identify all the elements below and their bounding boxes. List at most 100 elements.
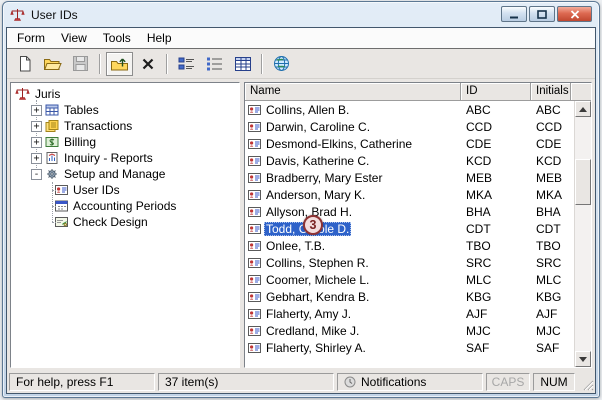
toolbar-separator bbox=[166, 53, 168, 74]
expand-icon[interactable]: + bbox=[31, 152, 42, 164]
user-id: ABC bbox=[466, 102, 491, 117]
tree-item-label: Tables bbox=[64, 103, 99, 117]
collapse-icon[interactable]: - bbox=[31, 168, 42, 180]
menu-tools[interactable]: Tools bbox=[95, 28, 139, 48]
user-id: CCD bbox=[466, 119, 492, 134]
main-area: Juris + Tables + Transactions + Billing bbox=[7, 79, 595, 371]
tree-item-user-ids[interactable]: User IDs bbox=[11, 182, 239, 198]
user-row[interactable]: Allyson, Brad H. BHA BHA bbox=[245, 203, 574, 220]
scroll-up-button[interactable] bbox=[575, 101, 591, 117]
delete-button[interactable] bbox=[134, 52, 161, 76]
user-initials: SRC bbox=[536, 255, 562, 270]
user-row[interactable]: Credland, Mike J. MJC MJC bbox=[245, 322, 574, 339]
resize-grip-icon bbox=[583, 380, 594, 391]
navigation-tree: Juris + Tables + Transactions + Billing bbox=[10, 82, 240, 368]
user-initials: KCD bbox=[536, 153, 562, 168]
user-initials: MLC bbox=[536, 272, 562, 287]
window-title: User IDs bbox=[31, 7, 78, 22]
scroll-down-button[interactable] bbox=[575, 351, 591, 367]
column-header-initials[interactable]: Initials bbox=[531, 83, 571, 101]
user-id-icon bbox=[248, 172, 261, 184]
tree-item-label: Billing bbox=[64, 135, 97, 149]
user-id-icon bbox=[248, 257, 261, 269]
details-view-button[interactable] bbox=[229, 52, 256, 76]
app-window: User IDs Form View Tools Help Juris + Ta… bbox=[2, 1, 600, 398]
inquiry-reports-icon bbox=[45, 152, 59, 164]
user-id: AJF bbox=[466, 306, 488, 321]
user-id: MEB bbox=[466, 170, 493, 185]
status-help-text: For help, press F1 bbox=[9, 373, 155, 391]
user-initials: CCD bbox=[536, 119, 562, 134]
up-one-level-button[interactable] bbox=[106, 51, 133, 76]
tree-item-billing[interactable]: + Billing bbox=[11, 134, 239, 150]
vertical-scrollbar[interactable] bbox=[574, 101, 591, 367]
column-header-name[interactable]: Name bbox=[245, 83, 461, 101]
user-initials: SAF bbox=[536, 340, 560, 355]
tree-item-label: Setup and Manage bbox=[64, 167, 166, 181]
user-id-icon bbox=[248, 240, 261, 252]
column-header-filler bbox=[571, 83, 591, 101]
close-button[interactable] bbox=[557, 6, 592, 22]
menu-help[interactable]: Help bbox=[139, 28, 180, 48]
user-row[interactable]: Onlee, T.B. TBO TBO bbox=[245, 237, 574, 254]
user-initials: MEB bbox=[536, 170, 563, 185]
user-row[interactable]: Desmond-Elkins, Catherine CDE CDE bbox=[245, 135, 574, 152]
web-button[interactable] bbox=[268, 52, 295, 76]
menu-view[interactable]: View bbox=[53, 28, 95, 48]
user-row[interactable]: Davis, Katherine C. KCD KCD bbox=[245, 152, 574, 169]
open-button[interactable] bbox=[39, 52, 66, 76]
list-view-button[interactable] bbox=[201, 52, 228, 76]
expand-icon[interactable]: + bbox=[31, 136, 42, 148]
user-name: Darwin, Caroline C. bbox=[266, 119, 371, 134]
user-row[interactable]: Gebhart, Kendra B. KBG KBG bbox=[245, 288, 574, 305]
scroll-thumb[interactable] bbox=[575, 159, 591, 205]
expand-icon[interactable]: + bbox=[31, 104, 42, 116]
menu-form[interactable]: Form bbox=[9, 28, 53, 48]
user-row[interactable]: Darwin, Caroline C. CCD CCD bbox=[245, 118, 574, 135]
arrow-down-icon bbox=[579, 356, 587, 362]
user-id-icon bbox=[248, 138, 261, 150]
user-row[interactable]: Flaherty, Amy J. AJF AJF bbox=[245, 305, 574, 322]
tables-icon bbox=[45, 104, 59, 116]
tree-item-inquiry-reports[interactable]: + Inquiry - Reports bbox=[11, 150, 239, 166]
user-initials: TBO bbox=[536, 238, 561, 253]
user-row[interactable]: Anderson, Mary K. MKA MKA bbox=[245, 186, 574, 203]
minimize-button[interactable] bbox=[501, 6, 527, 22]
maximize-icon bbox=[537, 9, 547, 19]
user-row[interactable]: Collins, Allen B. ABC ABC bbox=[245, 101, 574, 118]
tree-item-transactions[interactable]: + Transactions bbox=[11, 118, 239, 134]
user-row[interactable]: Coomer, Michele L. MLC MLC bbox=[245, 271, 574, 288]
new-button[interactable] bbox=[11, 52, 38, 76]
status-notifications[interactable]: Notifications bbox=[337, 373, 483, 391]
user-id: CDT bbox=[466, 221, 491, 236]
tree-item-setup-and-manage[interactable]: - Setup and Manage bbox=[11, 166, 239, 182]
user-row[interactable]: Bradberry, Mary Ester MEB MEB bbox=[245, 169, 574, 186]
user-initials: CDE bbox=[536, 136, 562, 151]
maximize-button[interactable] bbox=[529, 6, 555, 22]
user-row-selected[interactable]: Todd, Carole D.CDTCDT bbox=[245, 220, 574, 237]
up-one-level-icon bbox=[111, 58, 128, 70]
save-button[interactable] bbox=[67, 52, 94, 76]
column-header-id[interactable]: ID bbox=[461, 83, 531, 101]
toolbar bbox=[7, 49, 595, 79]
user-initials: AJF bbox=[536, 306, 558, 321]
tree-item-juris[interactable]: Juris bbox=[11, 86, 239, 102]
new-icon bbox=[19, 55, 30, 71]
open-folder-icon bbox=[43, 58, 62, 70]
user-row[interactable]: Flaherty, Shirley A. SAF SAF bbox=[245, 339, 574, 356]
tree-item-check-design[interactable]: Check Design bbox=[11, 214, 239, 230]
status-caps-indicator: CAPS bbox=[486, 373, 530, 391]
tree-item-label: Juris bbox=[35, 87, 61, 101]
resize-grip[interactable] bbox=[578, 373, 594, 391]
tree-item-accounting-periods[interactable]: Accounting Periods bbox=[11, 198, 239, 214]
tree-item-tables[interactable]: + Tables bbox=[11, 102, 239, 118]
titlebar[interactable]: User IDs bbox=[3, 2, 599, 27]
small-icons-view-button[interactable] bbox=[173, 52, 200, 76]
user-initials: KBG bbox=[536, 289, 562, 304]
user-name: Bradberry, Mary Ester bbox=[266, 170, 383, 185]
list-view-icon bbox=[206, 57, 222, 70]
user-name: Collins, Allen B. bbox=[266, 102, 350, 117]
user-row[interactable]: Collins, Stephen R. SRC SRC bbox=[245, 254, 574, 271]
user-initials: BHA bbox=[536, 204, 561, 219]
expand-icon[interactable]: + bbox=[31, 120, 42, 132]
